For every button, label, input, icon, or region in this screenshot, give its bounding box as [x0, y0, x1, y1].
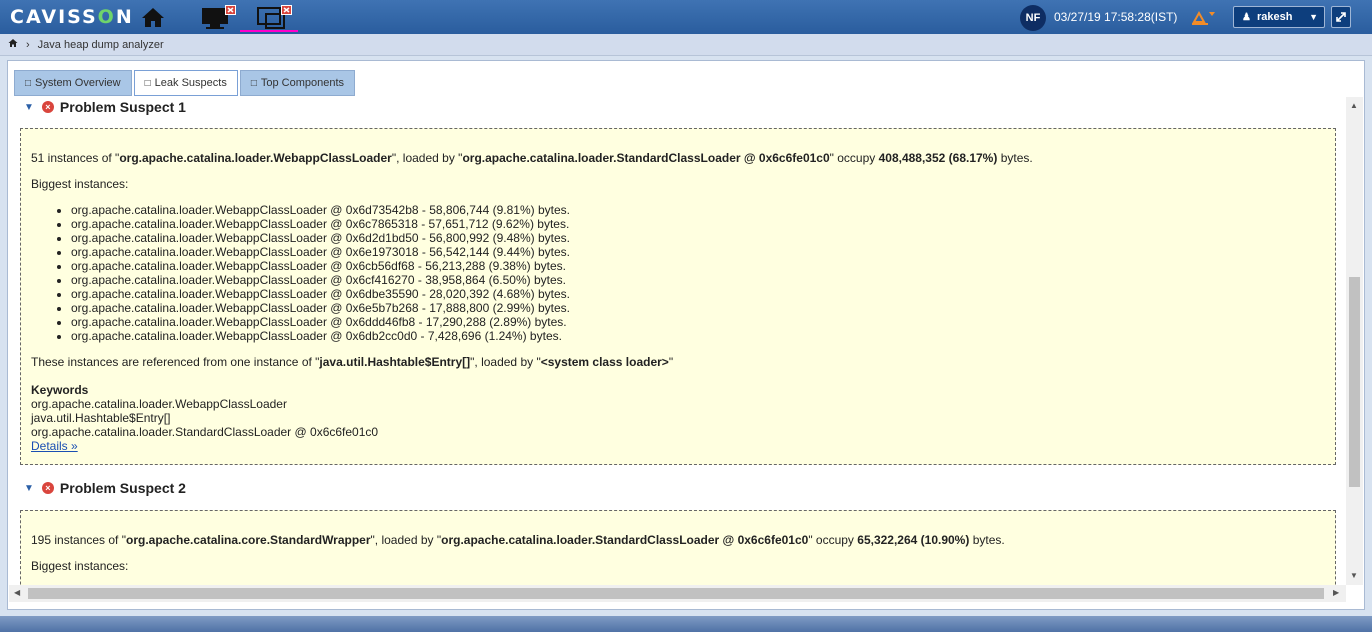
list-item: org.apache.catalina.loader.WebappClassLo…: [71, 315, 1325, 329]
breadcrumb: › Java heap dump analyzer: [0, 34, 1372, 56]
scroll-up-icon[interactable]: ▲: [1350, 101, 1358, 110]
expand-icon[interactable]: [1331, 6, 1351, 28]
suspect-1-box: 51 instances of "org.apache.catalina.loa…: [20, 128, 1336, 465]
windows-close-icon[interactable]: [240, 4, 298, 32]
referenced-from-text: These instances are referenced from one …: [31, 355, 674, 369]
list-item: org.apache.catalina.loader.WebappClassLo…: [71, 287, 1325, 301]
user-name: rakesh: [1256, 11, 1293, 23]
horizontal-scroll-thumb[interactable]: [28, 588, 1324, 599]
breadcrumb-home-icon[interactable]: [8, 38, 18, 51]
list-item: org.apache.catalina.loader.WebappClassLo…: [71, 203, 1325, 217]
collapse-triangle-icon[interactable]: ▼: [24, 102, 34, 113]
keyword-item: java.util.Hashtable$Entry[]: [31, 411, 171, 425]
tab-icon: □: [25, 77, 32, 89]
tab-top-components[interactable]: □ Top Components: [239, 70, 356, 96]
main-panel: □ System Overview □ Leak Suspects □ Top Com…: [7, 60, 1365, 610]
suspect-2-title: Problem Suspect 2: [59, 480, 186, 496]
tab-bar: □ System Overview □ Leak Suspects □ Top Com…: [14, 70, 356, 96]
bottom-bar: [0, 616, 1372, 632]
tab-icon: □: [250, 77, 257, 89]
vertical-scrollbar[interactable]: ▲ ▼: [1346, 97, 1363, 585]
user-icon: ♟: [1242, 11, 1251, 23]
user-menu-button[interactable]: ♟ rakesh ▼: [1233, 6, 1325, 28]
instances-list: org.apache.catalina.loader.WebappClassLo…: [71, 203, 1325, 343]
tab-icon: □: [144, 77, 151, 89]
list-item: org.apache.catalina.loader.WebappClassLo…: [71, 217, 1325, 231]
suspect-2-box: 195 instances of "org.apache.catalina.co…: [20, 510, 1336, 585]
biggest-instances-label: Biggest instances:: [31, 559, 129, 573]
biggest-instances-label: Biggest instances:: [31, 177, 129, 191]
chevron-down-icon: ▼: [1309, 12, 1318, 22]
tab-leak-suspects[interactable]: □ Leak Suspects: [133, 70, 238, 96]
error-icon: ×: [41, 101, 54, 113]
horizontal-scrollbar[interactable]: ◀ ▶: [9, 585, 1346, 602]
cavisson-logo[interactable]: CAVISSON: [10, 6, 134, 28]
suspect-1-summary: 51 instances of "org.apache.catalina.loa…: [31, 151, 1033, 165]
details-link[interactable]: Details »: [31, 439, 78, 453]
keyword-item: org.apache.catalina.loader.WebappClassLo…: [31, 397, 287, 411]
list-item: org.apache.catalina.loader.WebappClassLo…: [71, 231, 1325, 245]
keywords-label: Keywords: [31, 383, 89, 397]
collapse-triangle-icon[interactable]: ▼: [24, 483, 34, 494]
list-item: org.apache.catalina.loader.WebappClassLo…: [71, 245, 1325, 259]
user-initials-badge[interactable]: NF: [1020, 5, 1046, 31]
tab-system-overview[interactable]: □ System Overview: [14, 70, 132, 96]
list-item: org.apache.catalina.loader.WebappClassLo…: [71, 273, 1325, 287]
suspect-2-summary: 195 instances of "org.apache.catalina.co…: [31, 533, 1005, 547]
scroll-right-icon[interactable]: ▶: [1333, 588, 1339, 597]
list-item: org.apache.catalina.loader.WebappClassLo…: [71, 329, 1325, 343]
breadcrumb-current: Java heap dump analyzer: [37, 38, 164, 51]
alert-icon[interactable]: [1190, 8, 1216, 26]
error-icon: ×: [41, 482, 54, 494]
leak-suspects-content[interactable]: ▼ × Problem Suspect 1 51 instances of "o…: [9, 97, 1346, 585]
suspect-1-header[interactable]: ▼ × Problem Suspect 1: [24, 99, 186, 115]
breadcrumb-separator-icon: ›: [26, 38, 30, 51]
top-bar: CAVISSON NF 03/27/19 17:58:28(IST) ♟ rak…: [0, 0, 1372, 34]
home-icon[interactable]: [140, 4, 166, 30]
keyword-item: org.apache.catalina.loader.StandardClass…: [31, 425, 379, 439]
list-item: org.apache.catalina.loader.WebappClassLo…: [71, 301, 1325, 315]
vertical-scroll-thumb[interactable]: [1349, 277, 1360, 487]
datetime-display: 03/27/19 17:58:28(IST): [1054, 10, 1178, 24]
suspect-1-title: Problem Suspect 1: [59, 99, 186, 115]
suspect-2-header[interactable]: ▼ × Problem Suspect 2: [24, 480, 186, 496]
scroll-down-icon[interactable]: ▼: [1350, 571, 1358, 580]
list-item: org.apache.catalina.loader.WebappClassLo…: [71, 259, 1325, 273]
scroll-left-icon[interactable]: ◀: [14, 588, 20, 597]
monitor-close-icon[interactable]: [200, 4, 240, 30]
